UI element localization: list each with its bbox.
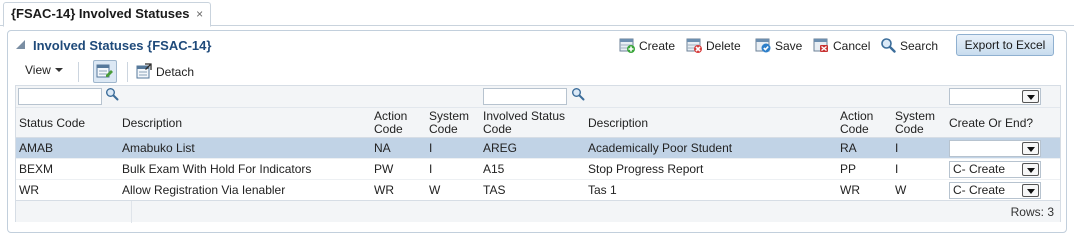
detach-label: Detach [156, 65, 195, 79]
involved-action-code-cell: PP [840, 162, 857, 176]
delete-button[interactable]: Delete [686, 37, 741, 55]
table-row[interactable]: BEXM Bulk Exam With Hold For Indicators … [16, 159, 1060, 180]
action-code-cell: PW [374, 162, 394, 176]
description-cell: Bulk Exam With Hold For Indicators [122, 162, 312, 176]
involved-status-code-cell: AREG [483, 141, 518, 155]
involved-status-code-filter-input[interactable] [483, 88, 567, 105]
create-or-end-filter-select[interactable] [949, 88, 1041, 105]
column-header-involved-status-code[interactable]: Involved Status Code [480, 108, 585, 138]
involved-status-code-cell: A15 [483, 162, 505, 176]
delete-label: Delete [706, 39, 741, 53]
filter-row [16, 86, 1060, 108]
table-row[interactable]: AMAB Amabuko List NA I AREG Academically… [16, 138, 1060, 159]
search-icon[interactable] [105, 87, 119, 101]
action-code-cell: WR [374, 183, 394, 197]
detach-icon [136, 63, 152, 79]
table-header: Status Code Description Action Code Syst… [16, 108, 1060, 138]
cancel-label: Cancel [833, 39, 871, 53]
involved-system-code-cell: I [895, 141, 899, 155]
column-header-action-code[interactable]: Action Code [371, 108, 426, 138]
column-header-involved-description[interactable]: Description [585, 108, 837, 138]
query-by-example-button[interactable] [93, 60, 117, 83]
create-or-end-select[interactable]: C- Create [949, 182, 1041, 199]
table-footer: Rows: 3 [16, 200, 1060, 223]
chevron-down-icon[interactable] [1022, 90, 1039, 103]
create-button[interactable]: Create [619, 37, 675, 55]
system-code-cell: W [429, 183, 441, 197]
chevron-down-icon [54, 68, 63, 72]
description-cell: Allow Registration Via Ienabler [122, 183, 286, 197]
search-button[interactable]: Search [880, 37, 938, 55]
query-by-example-icon [96, 64, 113, 78]
description-cell: Amabuko List [122, 141, 195, 155]
involved-action-code-cell: WR [840, 183, 860, 197]
tab-bar: {FSAC-14} Involved Statuses × [0, 0, 1074, 27]
cancel-icon [813, 37, 829, 53]
export-to-excel-button[interactable]: Export to Excel [956, 34, 1054, 56]
collapse-icon[interactable] [16, 40, 25, 49]
panel-header: Involved Statuses {FSAC-14} Create Delet… [8, 31, 1066, 59]
involved-system-code-cell: W [895, 183, 907, 197]
column-header-involved-system-code[interactable]: System Code [892, 108, 946, 138]
involved-system-code-cell: I [895, 162, 899, 176]
chevron-down-icon[interactable] [1022, 184, 1039, 197]
create-or-end-value: C- Create [953, 183, 1006, 197]
tab-title: {FSAC-14} Involved Statuses [11, 6, 190, 21]
save-icon [755, 37, 771, 53]
involved-status-code-cell: TAS [483, 183, 506, 197]
create-or-end-value: C- Create [953, 162, 1006, 176]
search-icon[interactable] [571, 87, 585, 101]
cancel-button[interactable]: Cancel [813, 37, 870, 55]
chevron-down-icon[interactable] [1022, 142, 1039, 155]
column-header-status-code[interactable]: Status Code [16, 108, 119, 138]
column-header-involved-action-code[interactable]: Action Code [837, 108, 892, 138]
status-code-filter-input[interactable] [18, 88, 102, 105]
involved-description-cell: Tas 1 [588, 183, 617, 197]
panel-title: Involved Statuses {FSAC-14} [33, 38, 212, 53]
status-code-cell: BEXM [19, 162, 54, 176]
column-header-description[interactable]: Description [119, 108, 371, 138]
delete-icon [686, 37, 702, 53]
create-or-end-select[interactable] [949, 140, 1041, 157]
action-code-cell: NA [374, 141, 391, 155]
view-menu[interactable]: View [25, 63, 63, 77]
status-code-cell: WR [19, 183, 39, 197]
column-header-create-or-end[interactable]: Create Or End? [946, 108, 1060, 138]
search-label: Search [900, 39, 939, 53]
involved-description-cell: Stop Progress Report [588, 162, 704, 176]
toolbar-divider [78, 62, 79, 82]
save-label: Save [775, 39, 803, 53]
table-row[interactable]: WR Allow Registration Via Ienabler WR W … [16, 180, 1060, 201]
system-code-cell: I [429, 162, 433, 176]
status-code-cell: AMAB [19, 141, 54, 155]
system-code-cell: I [429, 141, 433, 155]
involved-action-code-cell: RA [840, 141, 857, 155]
create-or-end-select[interactable]: C- Create [949, 161, 1041, 178]
column-divider [131, 201, 132, 223]
row-count: Rows: 3 [1010, 205, 1054, 219]
involved-statuses-table: Status Code Description Action Code Syst… [15, 85, 1061, 223]
table-toolbar: View Detach [8, 60, 1066, 84]
toolbar-divider [127, 62, 128, 82]
column-header-system-code[interactable]: System Code [426, 108, 480, 138]
close-icon[interactable]: × [196, 7, 203, 21]
chevron-down-icon[interactable] [1022, 163, 1039, 176]
involved-description-cell: Academically Poor Student [588, 141, 733, 155]
save-button[interactable]: Save [755, 37, 802, 55]
create-icon [619, 37, 635, 53]
search-icon [880, 37, 896, 53]
view-menu-label: View [25, 63, 51, 77]
detach-button[interactable]: Detach [136, 63, 194, 79]
create-label: Create [639, 39, 676, 53]
tab-involved-statuses[interactable]: {FSAC-14} Involved Statuses × [3, 2, 212, 27]
involved-statuses-panel: Involved Statuses {FSAC-14} Create Delet… [7, 30, 1067, 233]
